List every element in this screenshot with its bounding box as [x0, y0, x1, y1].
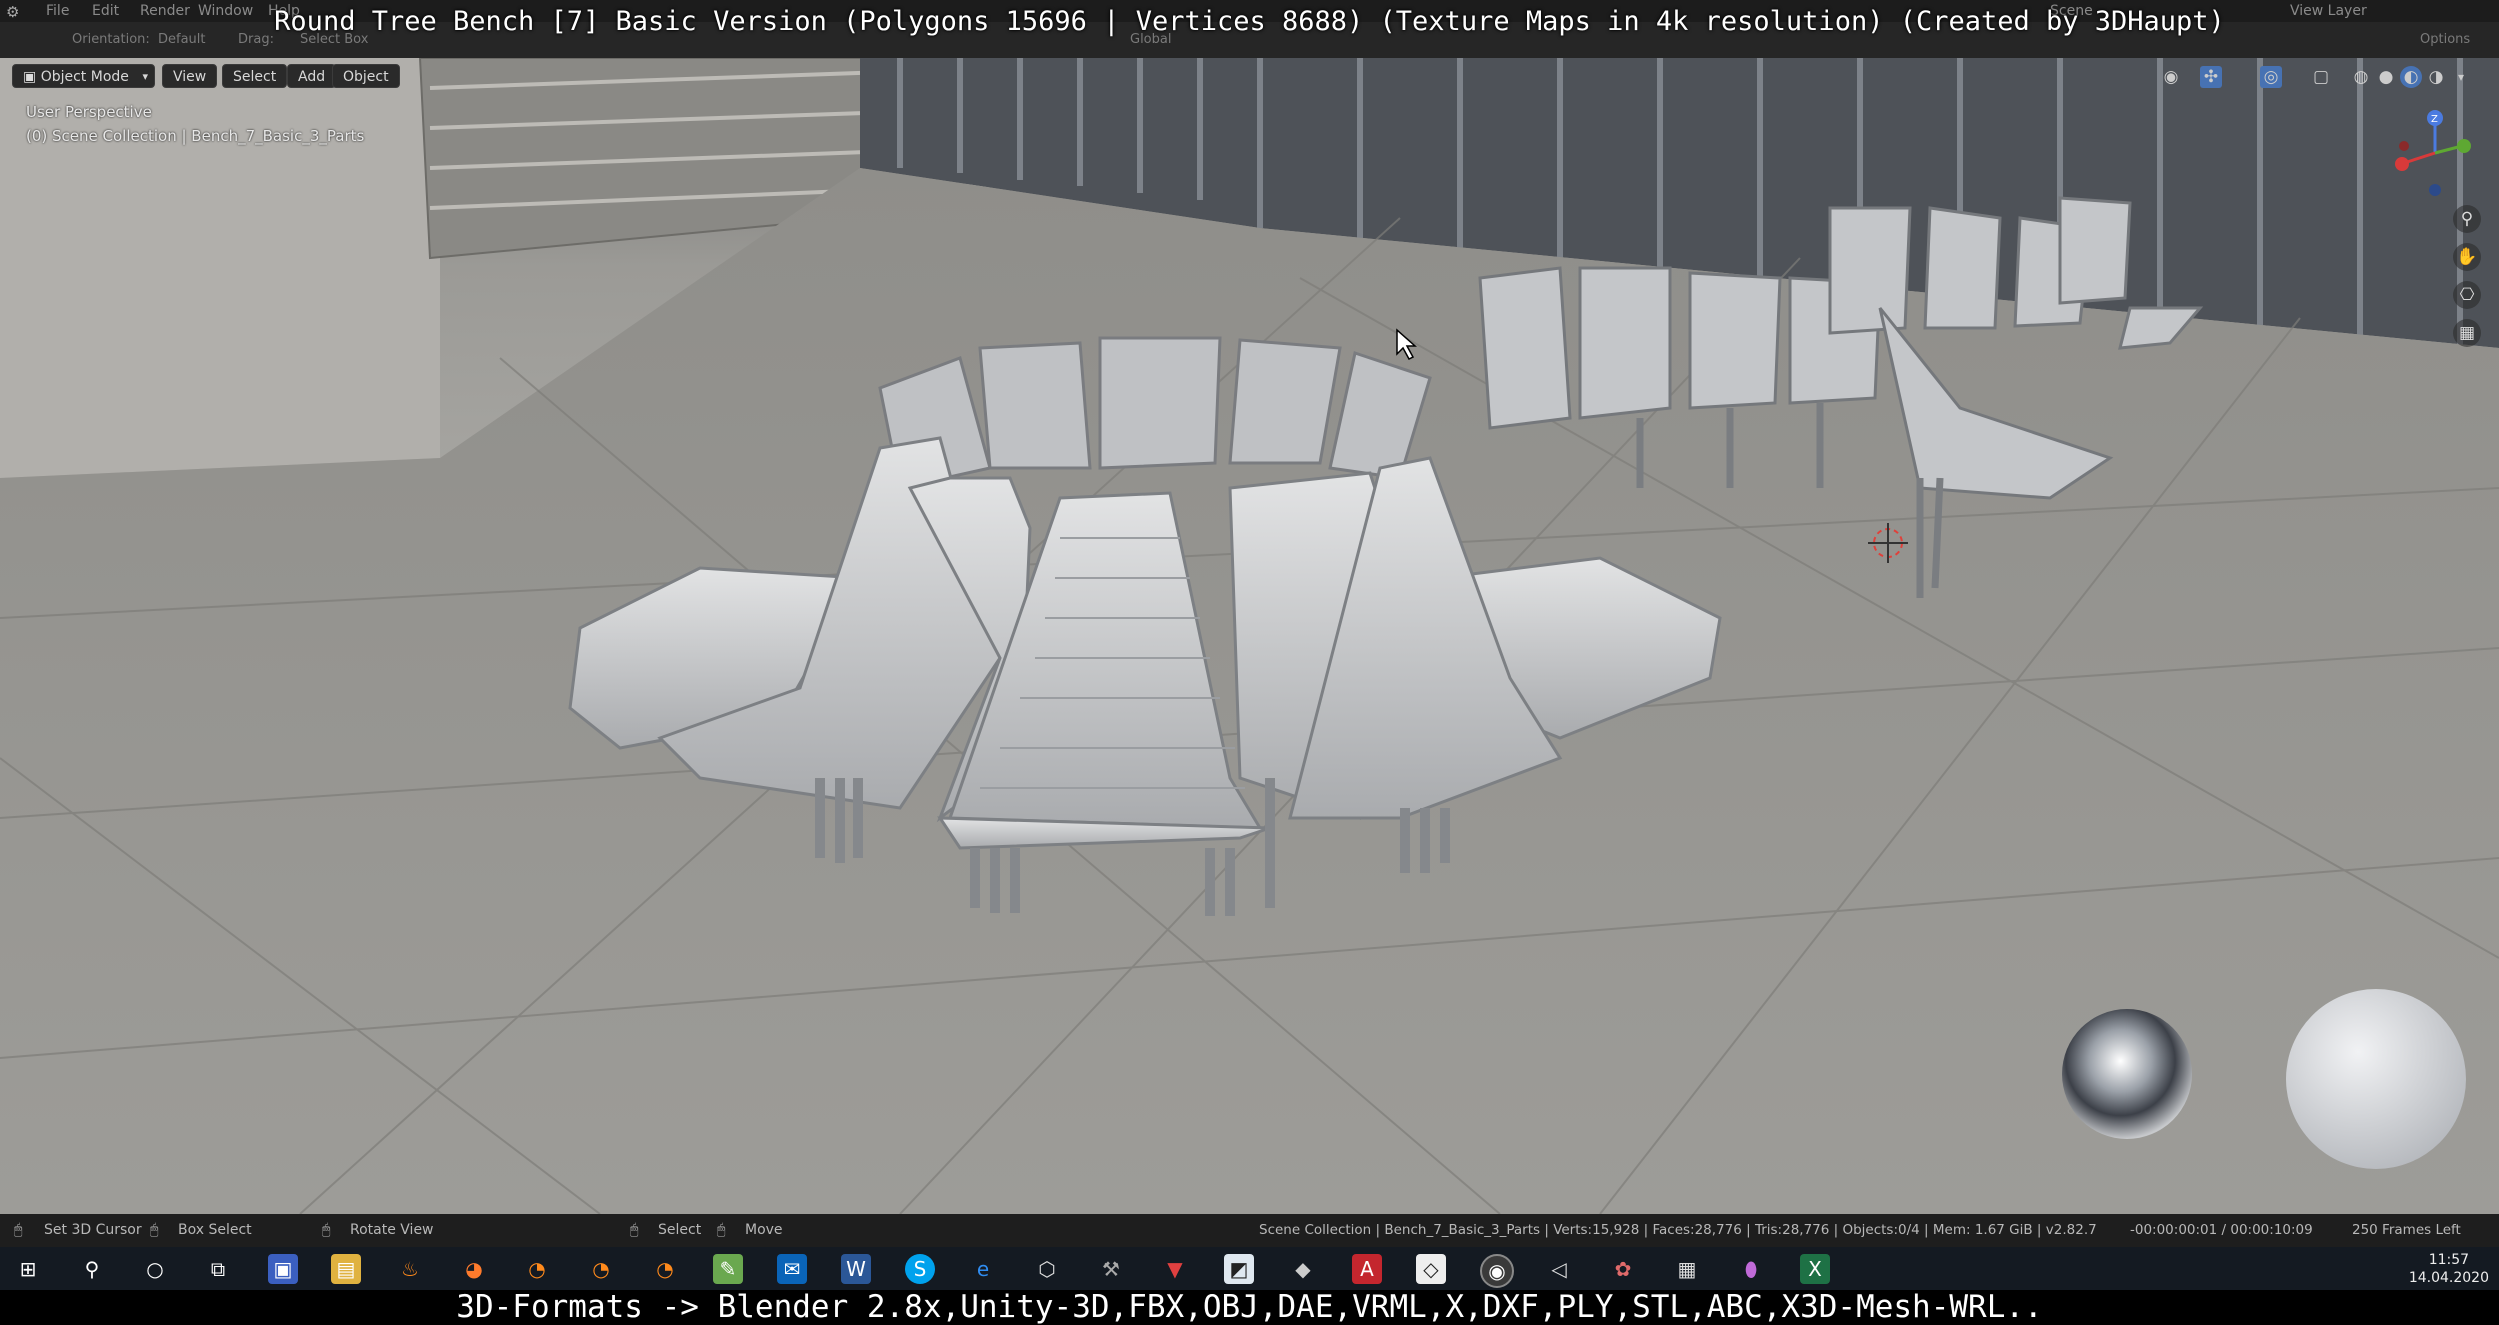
excel-icon[interactable]: X: [1800, 1254, 1830, 1284]
blender-icon[interactable]: ◔: [522, 1254, 552, 1284]
pan-hand-icon[interactable]: ✋: [2453, 243, 2481, 271]
inkscape-icon[interactable]: ◆: [1288, 1254, 1318, 1284]
image-app-icon[interactable]: ◩: [1224, 1254, 1254, 1284]
mouse-middle-icon: 🖱: [322, 1222, 331, 1238]
calculator-icon[interactable]: ▦: [1672, 1254, 1702, 1284]
status-select: Select: [658, 1222, 702, 1238]
scene-stats: Scene Collection | Bench_7_Basic_3_Parts…: [1259, 1222, 2097, 1238]
status-bar: 🖱 Set 3D Cursor 🖱 Box Select 🖱 Rotate Vi…: [0, 1214, 2499, 1247]
file-explorer-icon[interactable]: ▤: [331, 1254, 361, 1284]
mouse-move-icon: 🖱: [717, 1222, 726, 1238]
maps-icon[interactable]: ⬮: [1736, 1254, 1766, 1284]
menu-object[interactable]: Object: [332, 64, 400, 88]
status-set-cursor: Set 3D Cursor: [44, 1222, 142, 1238]
rendered-shading-icon[interactable]: ◑: [2425, 66, 2447, 88]
firefox-icon[interactable]: ◕: [459, 1254, 489, 1284]
status-rotate-view: Rotate View: [350, 1222, 434, 1238]
mouse-right-icon: 🖱: [630, 1222, 639, 1238]
scene-render: [0, 58, 2499, 1214]
viewport-shading-bar: ◉ ✣ ◎ ▢ ◍ ● ◐ ◑ ▾: [2160, 64, 2490, 90]
word-icon[interactable]: W: [841, 1254, 871, 1284]
grid-view-icon[interactable]: ▦: [2453, 319, 2481, 347]
chevron-down-icon: ▾: [142, 70, 148, 83]
task-view-icon[interactable]: ⧉: [203, 1254, 233, 1284]
zoom-icon[interactable]: ⚲: [2453, 205, 2481, 233]
mouse-left-icon: 🖱: [14, 1222, 23, 1238]
tool-app-icon[interactable]: ⚒: [1096, 1254, 1126, 1284]
axis-gizmo-icon: Z: [2395, 110, 2471, 196]
paint-icon[interactable]: ✿: [1608, 1254, 1638, 1284]
gizmo-z-label: Z: [2431, 114, 2438, 125]
menu-view[interactable]: View: [162, 64, 218, 88]
acrobat-icon[interactable]: A: [1352, 1254, 1382, 1284]
vivaldi-icon[interactable]: ▼: [1160, 1254, 1190, 1284]
video-title: Round Tree Bench [7] Basic Version (Poly…: [274, 6, 2225, 37]
search-icon[interactable]: ⚲: [77, 1254, 107, 1284]
timecode: -00:00:00:01 / 00:00:10:09: [2130, 1222, 2313, 1238]
notepad-icon[interactable]: ✎: [713, 1254, 743, 1284]
overlay-toggle-icon[interactable]: ◎: [2260, 66, 2282, 88]
outlook-icon[interactable]: ✉: [777, 1254, 807, 1284]
blender-icon-2[interactable]: ◔: [586, 1254, 616, 1284]
blender-icon-3[interactable]: ◔: [650, 1254, 680, 1284]
gizmo-toggle-icon[interactable]: ✣: [2200, 66, 2222, 88]
shading-options-chevron-icon[interactable]: ▾: [2450, 66, 2472, 88]
status-box-select: Box Select: [178, 1222, 252, 1238]
mouse-box-icon: 🖱: [150, 1222, 159, 1238]
obs-icon[interactable]: ◉: [1480, 1254, 1514, 1288]
material-preview-shading-icon[interactable]: ◐: [2400, 66, 2422, 88]
cortana-icon[interactable]: ○: [140, 1254, 170, 1284]
navigation-gizmo[interactable]: Z: [2390, 108, 2480, 198]
view-collection-label: (0) Scene Collection | Bench_7_Basic_3_P…: [26, 127, 365, 145]
fire-app-icon[interactable]: ♨: [395, 1254, 425, 1284]
skype-icon[interactable]: S: [905, 1254, 935, 1284]
3d-viewer-icon[interactable]: ⬡: [1032, 1254, 1062, 1284]
xray-toggle-icon[interactable]: ▢: [2310, 66, 2332, 88]
status-move: Move: [745, 1222, 783, 1238]
menu-select[interactable]: Select: [222, 64, 288, 88]
clock-time: 11:57: [2428, 1252, 2470, 1268]
unity-hub-icon[interactable]: ◁: [1544, 1254, 1574, 1284]
edge-icon[interactable]: e: [968, 1254, 998, 1284]
view-perspective-label: User Perspective: [26, 103, 152, 121]
visibility-eye-icon[interactable]: ◉: [2160, 66, 2182, 88]
frames-left: 250 Frames Left: [2352, 1222, 2461, 1238]
windows-start-icon[interactable]: ⊞: [13, 1254, 43, 1284]
windows-taskbar: ⊞ ⚲ ○ ⧉ ▣ ▤ ♨ ◕ ◔ ◔ ◔ ✎ ✉ W S e ⬡ ⚒ ▼ ◩ …: [0, 1247, 2499, 1290]
solid-shading-icon[interactable]: ●: [2375, 66, 2397, 88]
taskbar-clock[interactable]: 11:57 14.04.2020: [2409, 1251, 2489, 1287]
unity-icon[interactable]: ◇: [1416, 1254, 1446, 1284]
formats-banner: 3D-Formats -> Blender 2.8x,Unity-3D,FBX,…: [0, 1290, 2499, 1324]
menu-add[interactable]: Add: [287, 64, 337, 88]
viewport-header: ▣ Object Mode ▾ View Select Add Object: [12, 64, 400, 88]
save-app-icon[interactable]: ▣: [268, 1254, 298, 1284]
clock-date: 14.04.2020: [2408, 1270, 2489, 1286]
camera-view-icon[interactable]: ⎔: [2453, 281, 2481, 309]
object-mode-dropdown[interactable]: ▣ Object Mode ▾: [12, 64, 155, 88]
object-mode-label: Object Mode: [40, 69, 129, 85]
object-mode-icon: ▣: [23, 69, 41, 85]
wireframe-shading-icon[interactable]: ◍: [2350, 66, 2372, 88]
3d-viewport[interactable]: [0, 58, 2499, 1214]
